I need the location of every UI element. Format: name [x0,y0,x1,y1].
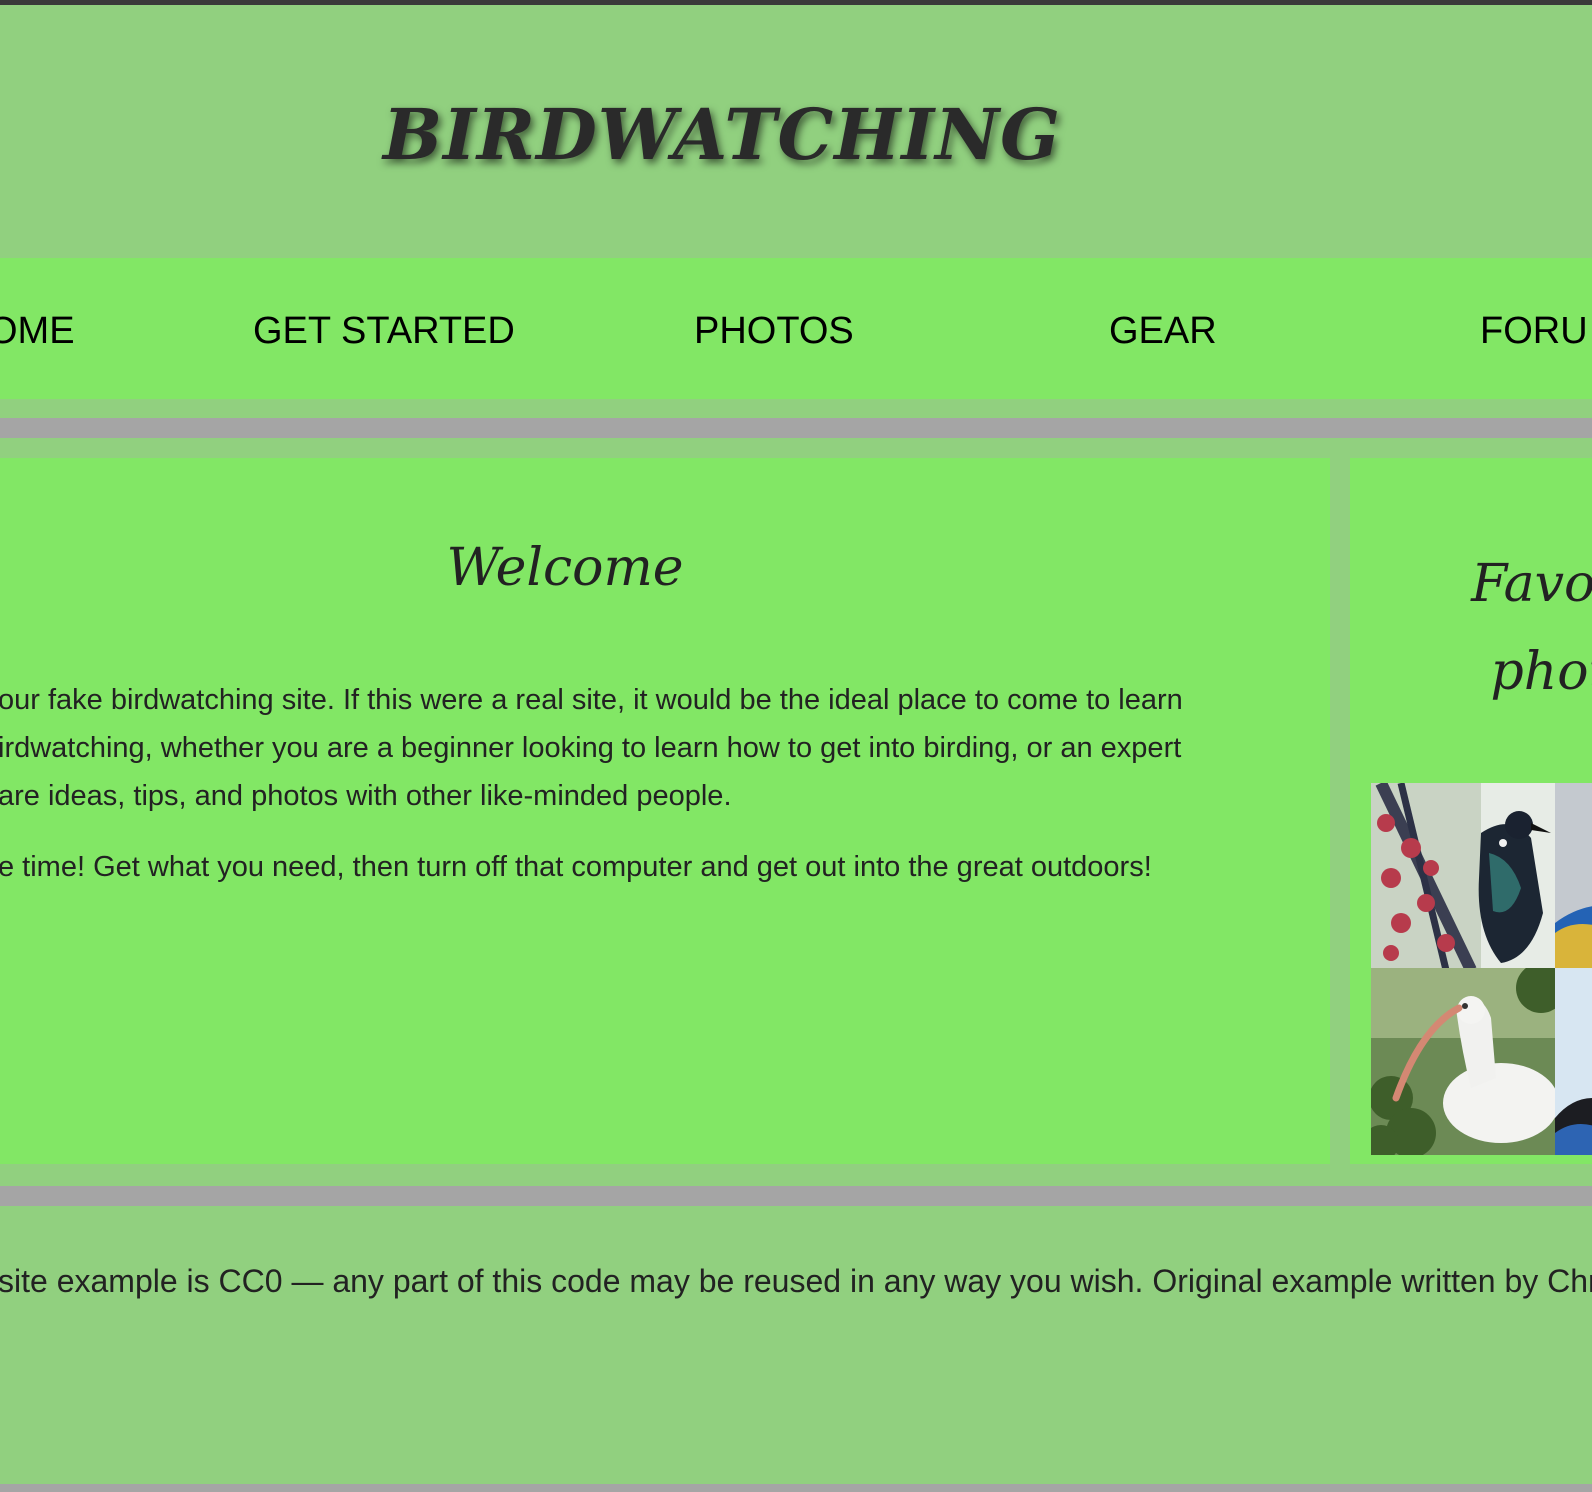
separator-band [0,399,1592,438]
main-content: Welcome our fake birdwatching site. If t… [0,458,1330,1164]
site-header: BIRDWATCHING [0,5,1592,258]
bottom-border [0,1484,1592,1492]
intro-line: irdwatching, whether you are a beginner … [0,732,1182,764]
divider-line [0,1186,1592,1206]
nav-link-photos[interactable]: PHOTOS [694,312,854,350]
intro-line: are ideas, tips, and photos with other l… [0,780,732,812]
nav-link-home[interactable]: OME [0,312,75,350]
sidebar-heading: Favou phot [1350,540,1592,716]
divider-line [0,418,1592,438]
intro-line: our fake birdwatching site. If this were… [0,684,1183,716]
bird-photo[interactable] [1555,968,1592,1155]
sidebar-heading-line: phot [1490,642,1592,702]
white-ibis-photo[interactable] [1371,968,1558,1155]
favourite-photos-sidebar: Favou phot [1350,458,1592,1164]
intro-paragraph: our fake birdwatching site. If this were… [0,676,1183,820]
content-row: Welcome our fake birdwatching site. If t… [0,438,1592,1186]
nav-link-gear[interactable]: GEAR [1109,312,1217,350]
nav-link-forum[interactable]: FORU [1480,312,1588,350]
site-footer: site example is CC0 — any part of this c… [0,1206,1592,1484]
footer-text: site example is CC0 — any part of this c… [0,1263,1592,1299]
outro-paragraph: e time! Get what you need, then turn off… [0,851,1152,883]
site-title: BIRDWATCHING [383,93,1061,176]
main-nav: OME GET STARTED PHOTOS GEAR FORU [0,258,1592,399]
sidebar-heading-line: Favou [1471,554,1592,614]
welcome-heading: Welcome [446,538,684,598]
blue-bird-photo[interactable] [1555,783,1592,970]
tui-photo[interactable] [1371,783,1558,970]
nav-link-get-started[interactable]: GET STARTED [253,312,515,350]
